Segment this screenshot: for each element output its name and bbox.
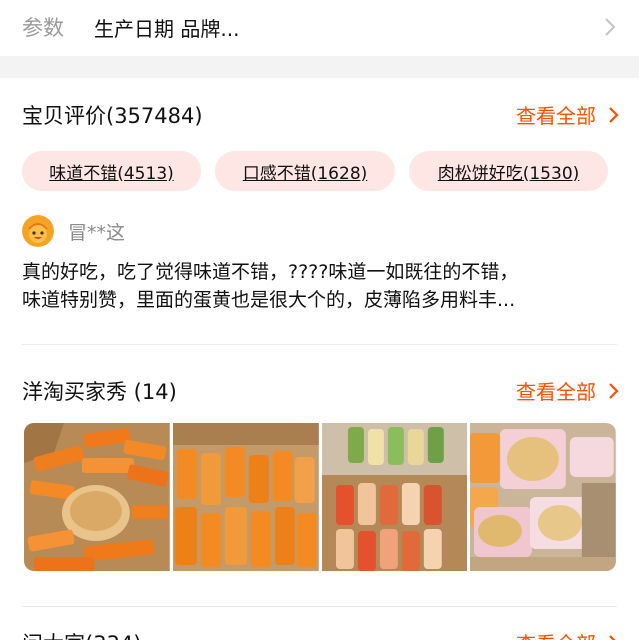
- review-text-line: 真的好吃，吃了觉得味道不错，????味道一如既往的不错，: [22, 261, 519, 283]
- params-value: 生产日期 品牌...: [94, 16, 240, 41]
- avatar-icon: [22, 215, 54, 247]
- review-tag[interactable]: 味道不错(4513): [22, 151, 201, 191]
- review-tag[interactable]: 肉松饼好吃(1530): [409, 151, 608, 191]
- view-all-label: 查看全部: [516, 628, 596, 640]
- buyer-show-view-all-link[interactable]: 查看全部: [516, 376, 619, 405]
- buyer-photo[interactable]: [172, 423, 319, 571]
- params-label: 参数: [22, 16, 64, 40]
- chevron-right-icon: [609, 106, 619, 123]
- view-all-label: 查看全部: [516, 104, 596, 128]
- divider: [22, 344, 617, 345]
- review-tag[interactable]: 口感不错(1628): [215, 151, 395, 191]
- qa-title: 问大家(334): [22, 628, 141, 640]
- review-card: 宝贝评价(357484) 查看全部 味道不错(4513) 口感不错(1628) …: [0, 78, 639, 640]
- reviews-view-all-link[interactable]: 查看全部: [516, 100, 619, 129]
- divider: [22, 606, 617, 607]
- review-text-line: 味道特别赞，里面的蛋黄也是很大个的，皮薄陷多用料丰...: [22, 289, 516, 311]
- buyer-photos: [24, 423, 616, 571]
- qa-view-all-link[interactable]: 查看全部: [516, 628, 619, 640]
- buyer-photo[interactable]: [321, 423, 468, 571]
- reviewer: 冒**这: [22, 215, 125, 247]
- chevron-right-icon: [605, 18, 616, 36]
- buyer-photo[interactable]: [24, 423, 170, 571]
- chevron-right-icon: [609, 634, 617, 640]
- buyer-show-title: 洋淘买家秀 (14): [22, 380, 177, 404]
- view-all-label: 查看全部: [516, 380, 596, 404]
- params-row[interactable]: 参数 生产日期 品牌...: [0, 0, 639, 56]
- review-text[interactable]: 真的好吃，吃了觉得味道不错，????味道一如既往的不错， 味道特别赞，里面的蛋黄…: [22, 258, 622, 314]
- buyer-photo[interactable]: [470, 423, 616, 571]
- reviewer-name: 冒**这: [68, 221, 126, 244]
- review-tags: 味道不错(4513) 口感不错(1628) 肉松饼好吃(1530): [22, 151, 608, 191]
- chevron-right-icon: [609, 382, 619, 399]
- reviews-title: 宝贝评价(357484): [22, 104, 203, 128]
